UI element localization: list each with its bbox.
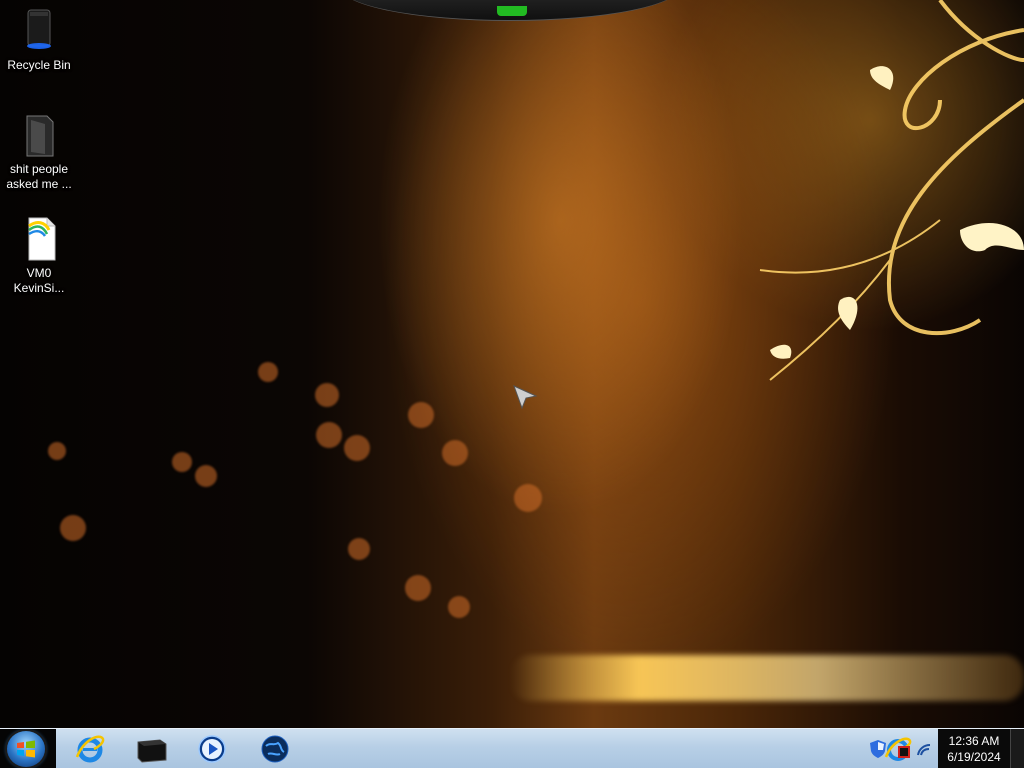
folder-icon (19, 112, 59, 158)
system-tray (866, 735, 936, 763)
desktop-icon-label: VM0 (26, 266, 52, 280)
wallpaper-bokeh (514, 484, 542, 512)
taskbar: 12:36 AM 6/19/2024 (0, 728, 1024, 768)
mouse-cursor-icon (513, 385, 538, 410)
desktop-icon-label: asked me ... (6, 177, 72, 191)
clock-time: 12:36 AM (948, 734, 1000, 748)
internet-explorer-tray-icon[interactable] (884, 735, 912, 763)
desktop-icon-recycle-bin[interactable]: Recycle Bin (1, 8, 77, 73)
wallpaper-swirl (759, 0, 1024, 381)
desktop-icon-folder[interactable]: shit people asked me ... (1, 112, 77, 192)
wallpaper-bokeh (172, 452, 192, 472)
windows-logo-icon (17, 740, 35, 758)
network-icon[interactable] (916, 741, 932, 757)
show-desktop-button[interactable] (1010, 729, 1024, 768)
wallpaper-bokeh (316, 422, 342, 448)
start-button[interactable] (7, 731, 45, 767)
desktop-icon-label: Recycle Bin (7, 58, 71, 72)
desktop-icon-document[interactable]: VM0 KevinSi... (1, 216, 77, 296)
wallpaper-bokeh (448, 596, 470, 618)
wallpaper-bokeh (48, 442, 66, 460)
taskbar-file-manager[interactable] (127, 731, 175, 767)
top-indicator-light (497, 6, 527, 16)
taskbar-globe-app[interactable] (251, 731, 299, 767)
wallpaper-bokeh (442, 440, 468, 466)
wallpaper-bokeh (348, 538, 370, 560)
black-device-icon (137, 739, 167, 763)
recycle-bin-icon (19, 8, 59, 54)
taskbar-media-player[interactable] (188, 731, 236, 767)
wallpaper-bokeh (408, 402, 434, 428)
wallpaper-bokeh (195, 465, 217, 487)
wallpaper-bokeh (60, 515, 86, 541)
wallpaper-light-streak (510, 655, 1024, 701)
wallpaper-bokeh (315, 383, 339, 407)
desktop-icon-label: shit people (9, 162, 69, 176)
document-icon (19, 216, 59, 262)
clock[interactable]: 12:36 AM 6/19/2024 (938, 733, 1010, 765)
internet-explorer-icon (75, 735, 105, 763)
desktop[interactable]: Recycle Bin shit people asked me ... VM0… (0, 0, 1024, 728)
media-player-icon (198, 735, 226, 763)
globe-icon (261, 735, 289, 763)
wallpaper-bokeh (344, 435, 370, 461)
wallpaper-bokeh (258, 362, 278, 382)
wallpaper-bokeh (405, 575, 431, 601)
taskbar-internet-explorer[interactable] (66, 731, 114, 767)
desktop-icon-label: KevinSi... (13, 281, 65, 295)
clock-date: 6/19/2024 (947, 750, 1001, 764)
